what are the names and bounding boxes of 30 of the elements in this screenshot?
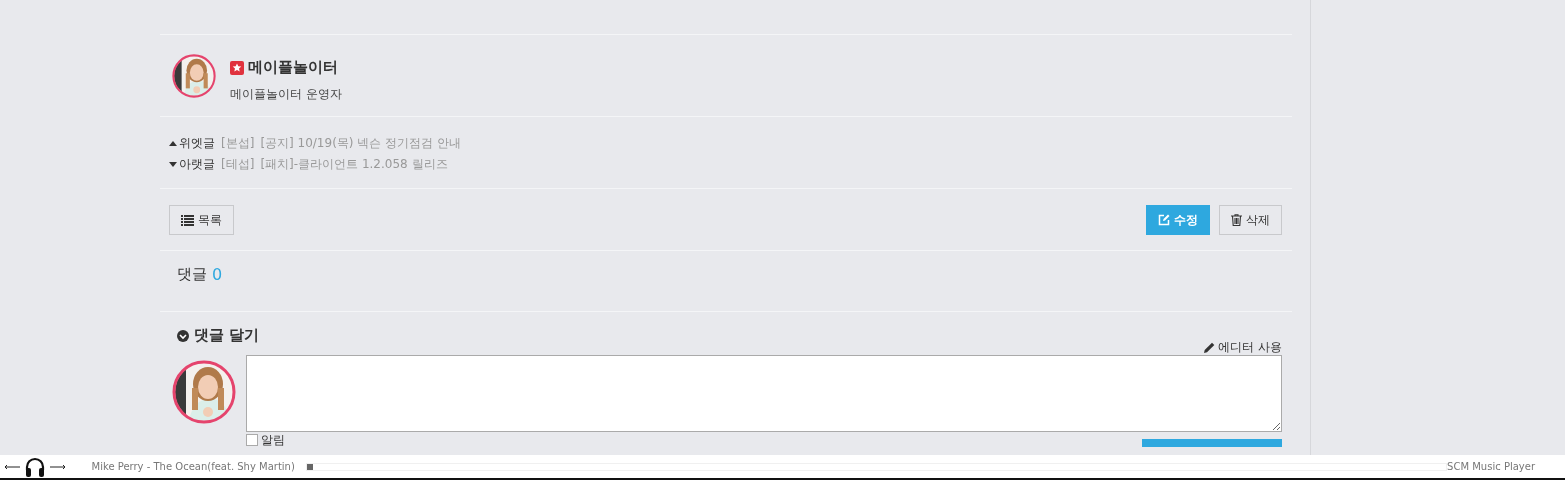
list-button[interactable]: 목록 <box>169 205 234 235</box>
progress-thumb[interactable] <box>306 463 313 470</box>
previous-arrow-icon[interactable] <box>4 463 20 470</box>
nav-label: 위엣글 <box>179 135 215 151</box>
comment-count: 0 <box>212 265 223 286</box>
player-name: SCM Music Player <box>1447 461 1535 472</box>
progress-track[interactable] <box>305 462 1448 471</box>
comments-label: 댓글 <box>177 265 207 285</box>
category-tag: [본섭] <box>221 135 255 151</box>
chevron-down-circle-icon <box>177 329 189 342</box>
trash-icon <box>1231 214 1242 226</box>
author-name: 메이플놀이터 <box>248 58 338 77</box>
delete-button[interactable]: 삭제 <box>1219 205 1282 235</box>
editor-link[interactable]: 에디터 사용 <box>1204 339 1282 356</box>
headphones-icon[interactable] <box>24 455 46 478</box>
checkbox[interactable] <box>246 434 258 446</box>
pencil-icon <box>1204 342 1216 353</box>
star-badge-icon <box>230 60 244 75</box>
category-tag: [테섭] <box>221 156 255 172</box>
edit-icon <box>1158 214 1170 226</box>
up-caret-icon <box>169 140 177 146</box>
down-caret-icon <box>169 161 177 167</box>
author-subtitle: 메이플놀이터 운영자 <box>230 86 342 103</box>
list-icon <box>181 214 194 226</box>
next-arrow-icon[interactable] <box>50 463 66 470</box>
comment-form-title: 댓글 달기 <box>194 326 260 345</box>
comment-input-field[interactable] <box>246 355 1282 432</box>
notify-checkbox[interactable]: 알림 <box>246 432 285 448</box>
track-title: Mike Perry - The Ocean(feat. Shy Martin) <box>91 461 295 472</box>
nav-label: 아랫글 <box>179 156 215 172</box>
